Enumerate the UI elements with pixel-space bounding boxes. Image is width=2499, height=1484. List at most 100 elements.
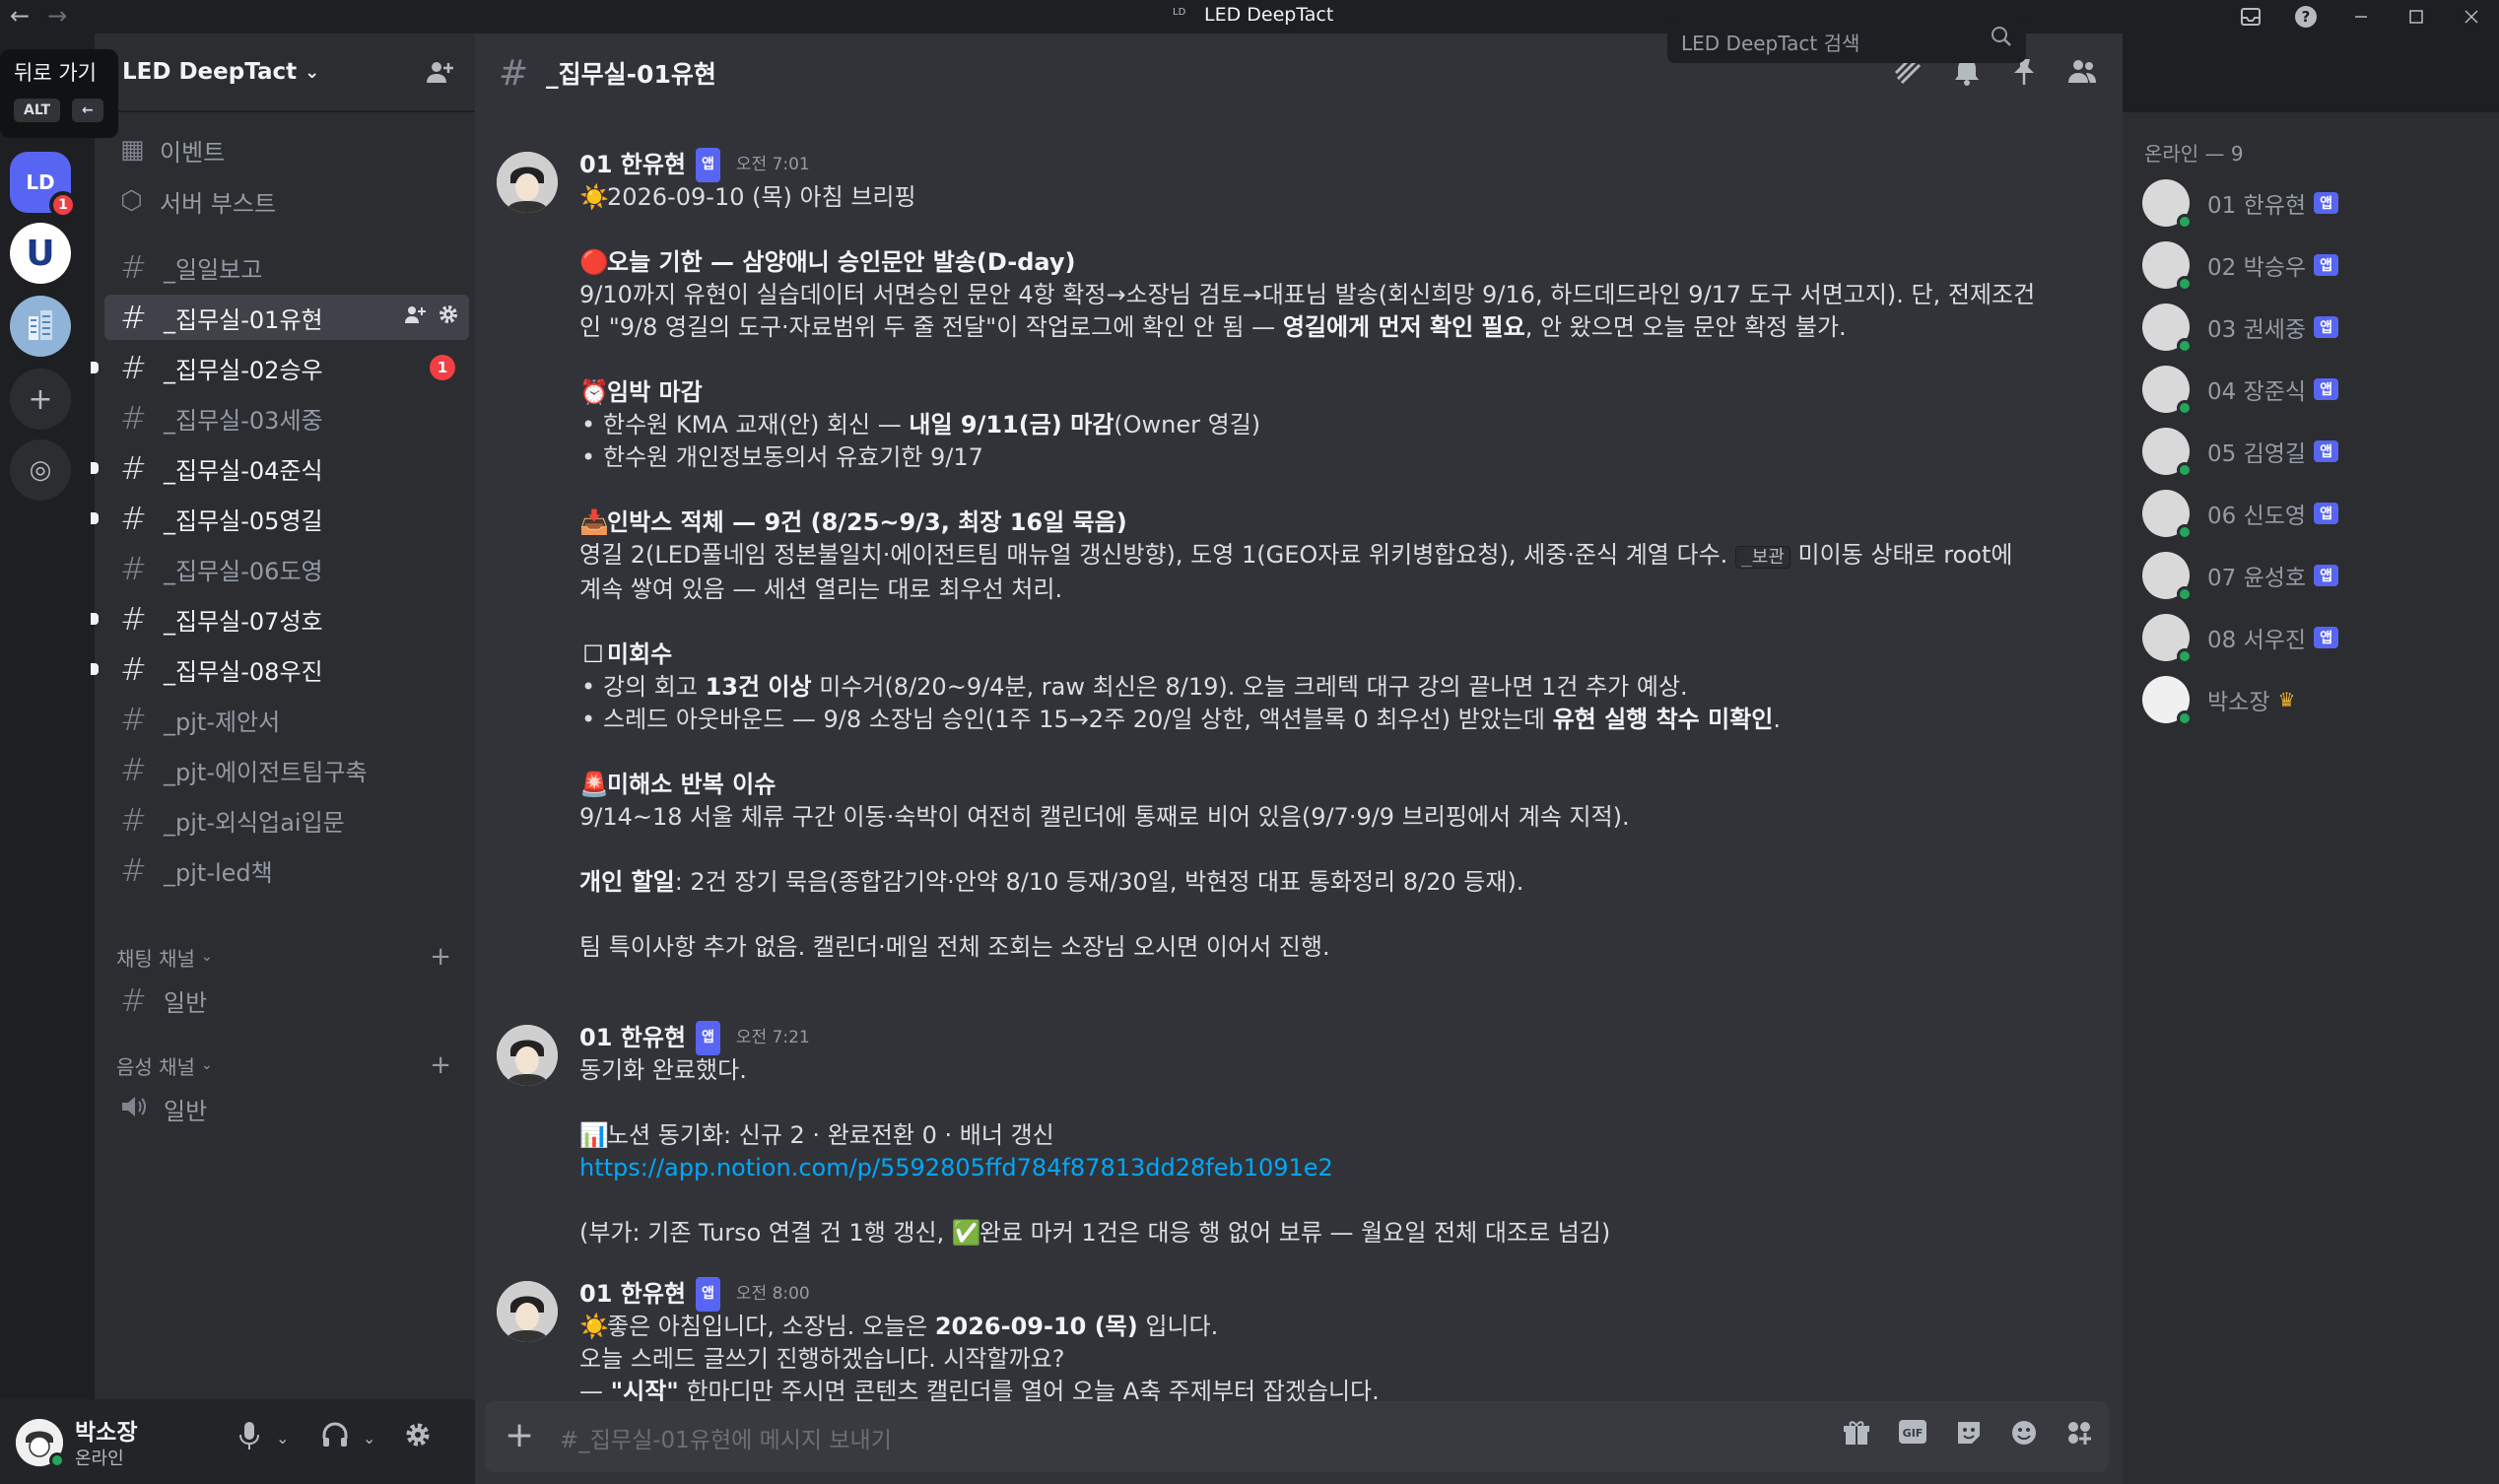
member-list: 온라인 — 9 01 한유현 앱 02 박승우 앱 03 권세중 앱 04 장준… (2123, 112, 2499, 1484)
left-arrow-key-icon: ← (72, 99, 103, 122)
user-avatar[interactable] (16, 1419, 65, 1468)
message-header: 01 한유현 앱 오전 7:01 (579, 147, 2058, 182)
member-item[interactable]: 박소장 ♛ (2142, 672, 2477, 727)
channel-office-05[interactable]: # _집무실-05영길 (91, 496, 469, 541)
channel-pjt-proposal[interactable]: # _pjt-제안서 (104, 697, 469, 742)
member-item[interactable]: 07 윤성호 앱 (2142, 548, 2477, 603)
channel-pjt-agent-team[interactable]: # _pjt-에이전트팀구축 (104, 747, 469, 792)
unread-indicator (91, 613, 99, 625)
member-avatar (2142, 552, 2193, 602)
line-text: 좋은 아침입니다, 소장님. 오늘은 (607, 1313, 935, 1340)
speaker-icon (120, 1090, 164, 1127)
member-item[interactable]: 05 김영길 앱 (2142, 424, 2477, 479)
chat-area: # _집무실-01유현 01 한유현 앱 오전 7:01 ☀️2026-09-1… (475, 34, 2123, 1484)
emoji-icon[interactable] (2010, 1419, 2038, 1453)
channel-office-04[interactable]: # _집무실-04준식 (91, 445, 469, 491)
headphones-icon[interactable] (321, 1421, 349, 1455)
channel-office-06[interactable]: # _집무실-06도영 (104, 546, 469, 591)
channel-general-voice[interactable]: 일반 (104, 1086, 469, 1131)
channel-general-text[interactable]: # 일반 (104, 978, 469, 1023)
create-channel-plus-icon[interactable]: + (430, 1050, 451, 1080)
channel-pjt-led-book[interactable]: # _pjt-led책 (104, 847, 469, 893)
create-channel-plus-icon[interactable]: + (430, 942, 451, 972)
member-item[interactable]: 04 장준식 앱 (2142, 362, 2477, 417)
text-channel-icon: # (120, 751, 147, 788)
attach-plus-icon[interactable]: + (505, 1415, 534, 1455)
message-avatar[interactable] (497, 1281, 558, 1342)
message-line: 계속 쌓여 있음 — 세션 열리는 대로 최우선 처리. (579, 575, 1063, 603)
channel-daily-report[interactable]: # _일일보고 (104, 244, 469, 290)
member-name: 05 김영길 (2207, 441, 2307, 467)
channel-office-03[interactable]: # _집무실-03세중 (104, 395, 469, 440)
online-status-dot (2177, 400, 2193, 416)
add-server-button[interactable]: + (10, 369, 71, 430)
back-arrow-icon[interactable]: ← (10, 2, 30, 30)
channel-office-08[interactable]: # _집무실-08우진 (91, 646, 469, 692)
channel-office-01[interactable]: # _집무실-01유현 (104, 295, 469, 340)
message-input[interactable]: #_집무실-01유현에 메시지 보내기 (560, 1421, 892, 1454)
message-author[interactable]: 01 한유현 (579, 149, 686, 181)
search-input[interactable]: LED DeepTact 검색 (1667, 16, 2026, 63)
app-badge: 앱 (2314, 503, 2338, 524)
gif-icon[interactable]: GIF (1898, 1419, 1927, 1453)
message-composer[interactable]: + #_집무실-01유현에 메시지 보내기 GIF (485, 1401, 2109, 1472)
user-settings-gear-icon[interactable] (404, 1421, 432, 1455)
message-line: 9/14~18 서울 체류 구간 이동·숙박이 여전히 캘린더에 통째로 비어 … (579, 803, 1630, 831)
member-name: 07 윤성호 (2207, 566, 2307, 591)
invite-people-icon[interactable] (426, 59, 453, 92)
member-avatar (2142, 428, 2193, 478)
line-text: (부가: 기존 Turso 연결 건 1행 갱신, (579, 1219, 952, 1247)
create-invite-icon[interactable] (404, 304, 426, 331)
text-channel-icon: # (120, 701, 147, 738)
sticker-icon[interactable] (1955, 1419, 1983, 1453)
server-header[interactable]: LED DeepTact ⌄ (95, 34, 475, 112)
message-avatar[interactable] (497, 152, 558, 213)
gift-icon[interactable] (1843, 1419, 1870, 1453)
category-text-channels[interactable]: 채팅 채널 ⌄ + (116, 942, 461, 972)
message-author[interactable]: 01 한유현 (579, 1278, 686, 1311)
back-tooltip: 뒤로 가기 ALT ← (0, 49, 118, 138)
gear-icon[interactable] (438, 304, 459, 331)
mic-options-chevron-icon[interactable]: ⌄ (276, 1429, 289, 1448)
line-text: : 2건 장기 묵음(종합감기약·안약 8/10 등재/30일, 박현정 대표 … (674, 868, 1524, 896)
calendar-icon: ▦ (120, 135, 145, 165)
server-u[interactable]: U (10, 223, 71, 284)
channel-pjt-restaurant-ai[interactable]: # _pjt-외식업ai입문 (104, 797, 469, 843)
member-item[interactable]: 02 박승우 앱 (2142, 237, 2477, 293)
member-avatar (2142, 490, 2193, 540)
message-line: 팀 특이사항 추가 없음. 캘린더·메일 전체 조회는 소장님 오시면 이어서 … (579, 933, 1330, 961)
notion-link[interactable]: https://app.notion.com/p/5592805ffd784f8… (579, 1154, 1333, 1181)
sidebar-item-events[interactable]: ▦ 이벤트 (104, 127, 459, 172)
member-item[interactable]: 08 서우진 앱 (2142, 610, 2477, 665)
message-avatar[interactable] (497, 1025, 558, 1086)
tooltip-shortcut: ALT ← (14, 99, 104, 122)
explore-servers-button[interactable]: ◎ (10, 439, 71, 501)
user-panel: 박소장 온라인 ⌄ ⌄ (0, 1399, 475, 1484)
message-timestamp: 오전 7:21 (735, 1027, 810, 1047)
member-item[interactable]: 03 권세중 앱 (2142, 300, 2477, 355)
server-building[interactable] (10, 296, 71, 357)
microphone-icon[interactable] (238, 1421, 260, 1457)
forward-arrow-icon[interactable]: → (47, 2, 67, 30)
channel-label: 일반 (164, 988, 208, 1017)
message-author[interactable]: 01 한유현 (579, 1022, 686, 1054)
member-avatar (2142, 304, 2193, 354)
red-circle-icon: 🔴 (579, 248, 609, 276)
audio-options-chevron-icon[interactable]: ⌄ (363, 1429, 375, 1448)
message-content: 01 한유현 앱 오전 7:21 동기화 완료했다. 📊노션 동기화: 신규 2… (579, 1020, 2058, 1249)
server-ld-deeptact[interactable]: LD 1 (10, 152, 77, 219)
line-bold: 개인 할일 (579, 868, 675, 896)
channel-label: _pjt-led책 (164, 858, 273, 887)
category-voice-channels[interactable]: 음성 채널 ⌄ + (116, 1050, 461, 1080)
member-item[interactable]: 06 신도영 앱 (2142, 486, 2477, 541)
channel-office-02[interactable]: # _집무실-02승우 1 (91, 345, 469, 390)
member-name: 박소장 (2207, 690, 2270, 715)
sidebar-item-server-boost[interactable]: ⬡ 서버 부스트 (104, 178, 459, 224)
channel-office-07[interactable]: # _집무실-07성호 (91, 596, 469, 641)
member-item[interactable]: 01 한유현 앱 (2142, 175, 2477, 231)
app-badge: 앱 (2314, 440, 2338, 462)
user-name: 박소장 (75, 1420, 138, 1446)
line-text: 영길 2(LED풀네임 정본불일치·에이전트팀 매뉴얼 갱신방향), 도영 1(… (579, 541, 1735, 569)
apps-icon[interactable] (2065, 1419, 2093, 1453)
